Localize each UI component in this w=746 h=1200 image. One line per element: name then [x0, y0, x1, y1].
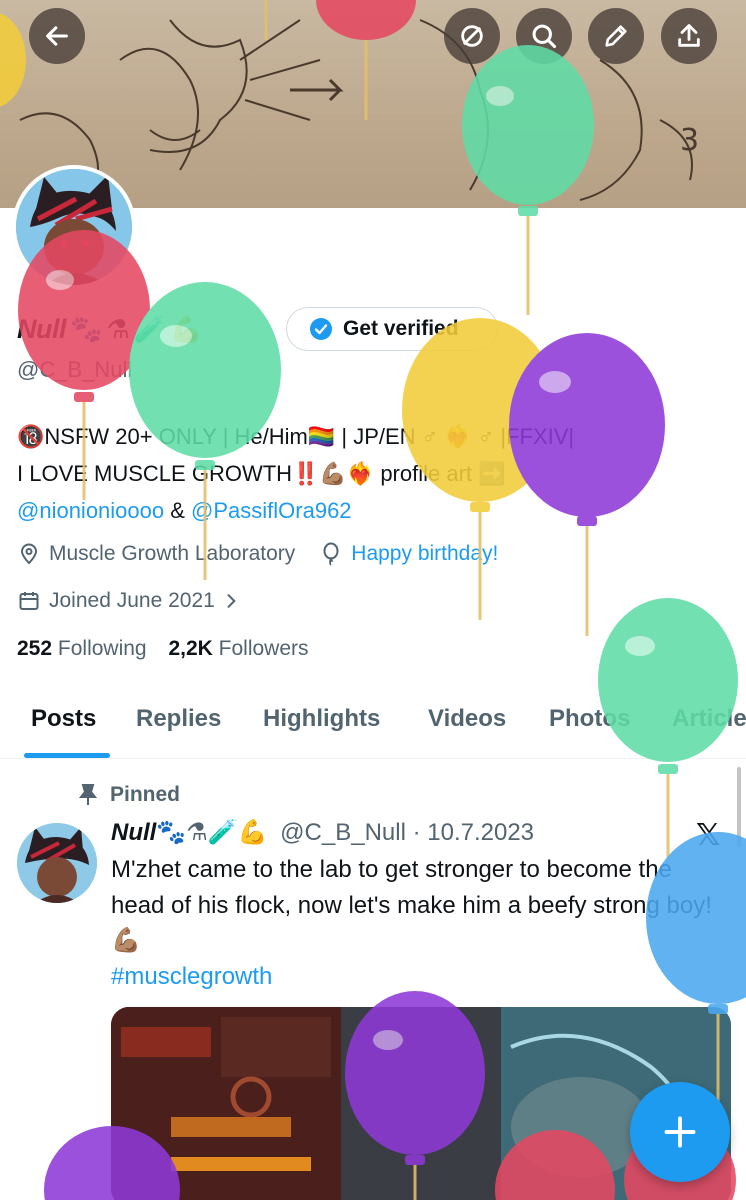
post-author-emojis: 🐾⚗🧪💪: [156, 819, 268, 846]
get-verified-button[interactable]: Get verified: [286, 307, 498, 351]
post-hashtag[interactable]: #musclegrowth: [111, 959, 731, 995]
calendar-icon: [19, 592, 39, 610]
name-emoji-paw: 🐾: [70, 313, 103, 344]
bio-line-2: I LOVE MUSCLE GROWTH‼️💪🏽❤️‍🔥 profile art…: [17, 461, 506, 486]
following-link[interactable]: 252 Following: [17, 637, 147, 660]
back-button[interactable]: [29, 8, 85, 64]
svg-text:3: 3: [680, 123, 699, 158]
display-name: Null: [17, 313, 67, 344]
pinned-text: Pinned: [110, 783, 181, 806]
verified-badge-icon: [310, 318, 332, 340]
followers-count: 2,2K: [168, 637, 213, 660]
bio-line-1: 🔞NSFW 20+ ONLY | He/Him🏳️‍🌈 | JP/EN ♂ ❤️…: [17, 424, 575, 449]
tab-articles[interactable]: Articles: [672, 705, 746, 733]
location-pin-icon: [20, 543, 38, 565]
tab-photos[interactable]: Photos: [549, 705, 630, 733]
pencil-icon: [605, 25, 627, 47]
bio-ampersand: &: [164, 498, 192, 523]
profile-name-row: Null 🐾 ⚗ 🧪 💪: [17, 305, 202, 353]
share-button[interactable]: [661, 8, 717, 64]
birthday-text: Happy birthday!: [351, 542, 499, 565]
tab-posts[interactable]: Posts: [31, 705, 96, 733]
tab-highlights[interactable]: Highlights: [263, 705, 380, 733]
bio-line-3: @nionionioooo & @PassiflOra962: [17, 492, 729, 529]
location-text: Muscle Growth Laboratory: [49, 542, 296, 565]
name-emoji-test-tube: 🧪: [133, 313, 167, 344]
post-avatar-image: [17, 823, 97, 903]
post-avatar[interactable]: [17, 823, 97, 903]
post-header: Null🐾⚗🧪💪 @C_B_Null · 10.7.2023: [111, 818, 534, 847]
slash-circle-icon: [461, 25, 483, 47]
following-label: Following: [57, 637, 147, 660]
active-tab-indicator: [24, 753, 110, 758]
compose-button[interactable]: [630, 1082, 730, 1182]
profile-handle: @C_B_Null: [17, 357, 133, 382]
joined-row[interactable]: Joined June 2021: [17, 589, 249, 613]
bio-mention-nionionioooo[interactable]: @nionionioooo: [17, 498, 164, 523]
get-verified-label: Get verified: [343, 317, 459, 340]
bio-mention-passiflora962[interactable]: @PassiflOra962: [191, 498, 352, 523]
profile-bio: 🔞NSFW 20+ ONLY | He/Him🏳️‍🌈 | JP/EN ♂ ❤️…: [17, 418, 729, 529]
tab-replies[interactable]: Replies: [136, 705, 221, 733]
location-birthday-row: Muscle Growth Laboratory Happy birthday!: [17, 542, 498, 566]
followers-label: Followers: [218, 637, 309, 660]
post-body[interactable]: M'zhet came to the lab to get stronger t…: [111, 852, 731, 994]
grok-button[interactable]: [444, 8, 500, 64]
arrow-left-icon: [46, 26, 68, 46]
x-logo-icon[interactable]: 𝕏: [696, 818, 720, 853]
following-count: 252: [17, 637, 53, 660]
plus-icon: [664, 1116, 696, 1148]
profile-tabs: Posts Replies Highlights Videos Photos A…: [0, 697, 746, 759]
joined-text: Joined June 2021: [49, 589, 215, 612]
balloon-icon: [323, 542, 339, 566]
post-separator: ·: [405, 819, 428, 846]
avatar-image: [16, 169, 132, 285]
tab-videos[interactable]: Videos: [428, 705, 506, 733]
search-button[interactable]: [516, 8, 572, 64]
post-author-handle[interactable]: @C_B_Null: [280, 819, 406, 846]
pinned-label-row: Pinned: [78, 783, 180, 807]
post-author-name[interactable]: Null: [111, 819, 156, 846]
scrollbar[interactable]: [737, 767, 741, 847]
search-icon: [532, 24, 557, 49]
name-emoji-flask: ⚗: [106, 313, 130, 344]
follow-counts: 252 Following 2,2K Followers: [17, 637, 309, 661]
upload-icon: [678, 24, 700, 47]
edit-button[interactable]: [588, 8, 644, 64]
chevron-right-icon: [227, 594, 236, 608]
followers-link[interactable]: 2,2K Followers: [168, 637, 308, 660]
name-emoji-muscle: 💪: [170, 313, 203, 344]
profile-avatar[interactable]: [12, 165, 136, 289]
post-date[interactable]: 10.7.2023: [427, 819, 534, 846]
post-text: M'zhet came to the lab to get stronger t…: [111, 856, 712, 954]
pin-icon: [78, 784, 98, 805]
